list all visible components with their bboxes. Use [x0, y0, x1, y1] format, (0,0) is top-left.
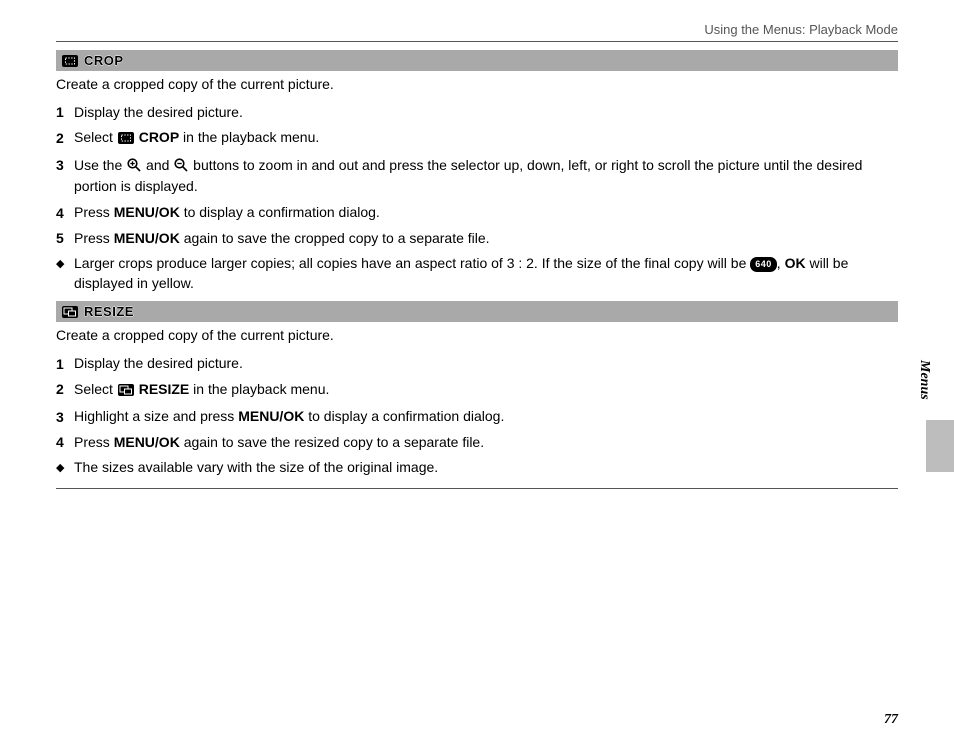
section-title-resize: RESIZE	[84, 304, 134, 319]
resize-note: ◆ The sizes available vary with the size…	[56, 458, 898, 478]
resize-icon	[118, 382, 134, 402]
crop-step-2: Select CROP in the playback menu.	[74, 128, 898, 150]
side-thumb-tab	[926, 420, 954, 472]
zoom-out-icon	[174, 158, 188, 178]
running-head: Using the Menus: Playback Mode	[56, 22, 898, 37]
note-bullet-icon: ◆	[56, 458, 74, 476]
zoom-in-icon	[127, 158, 141, 178]
size-640-badge: 640	[750, 257, 777, 272]
note-bullet-icon: ◆	[56, 254, 74, 272]
crop-intro: Create a cropped copy of the current pic…	[56, 75, 898, 95]
section-bar-crop: CROP	[56, 50, 898, 71]
crop-steps: Display the desired picture. Select CROP…	[56, 103, 898, 249]
resize-steps: Display the desired picture. Select RESI…	[56, 354, 898, 452]
crop-step-5: Press MENU/OK again to save the cropped …	[74, 229, 898, 249]
crop-step-1: Display the desired picture.	[74, 103, 898, 123]
section-bar-resize: RESIZE	[56, 301, 898, 322]
top-rule	[56, 41, 898, 42]
resize-step-2: Select RESIZE in the playback menu.	[74, 380, 898, 402]
side-tab-menus: Menus	[916, 360, 932, 400]
crop-note: ◆ Larger crops produce larger copies; al…	[56, 254, 898, 293]
crop-icon	[62, 55, 78, 67]
section-title-crop: CROP	[84, 53, 124, 68]
resize-step-1: Display the desired picture.	[74, 354, 898, 374]
resize-step-3: Highlight a size and press MENU/OK to di…	[74, 407, 898, 427]
crop-icon	[118, 130, 134, 150]
resize-intro: Create a cropped copy of the current pic…	[56, 326, 898, 346]
crop-step-3: Use the and buttons to zoom in and out a…	[74, 156, 898, 197]
manual-page: Using the Menus: Playback Mode CROP Crea…	[0, 0, 954, 748]
resize-step-4: Press MENU/OK again to save the resized …	[74, 433, 898, 453]
bottom-rule	[56, 488, 898, 489]
page-number: 77	[884, 712, 898, 728]
crop-step-4: Press MENU/OK to display a confirmation …	[74, 203, 898, 223]
resize-icon	[62, 306, 78, 318]
